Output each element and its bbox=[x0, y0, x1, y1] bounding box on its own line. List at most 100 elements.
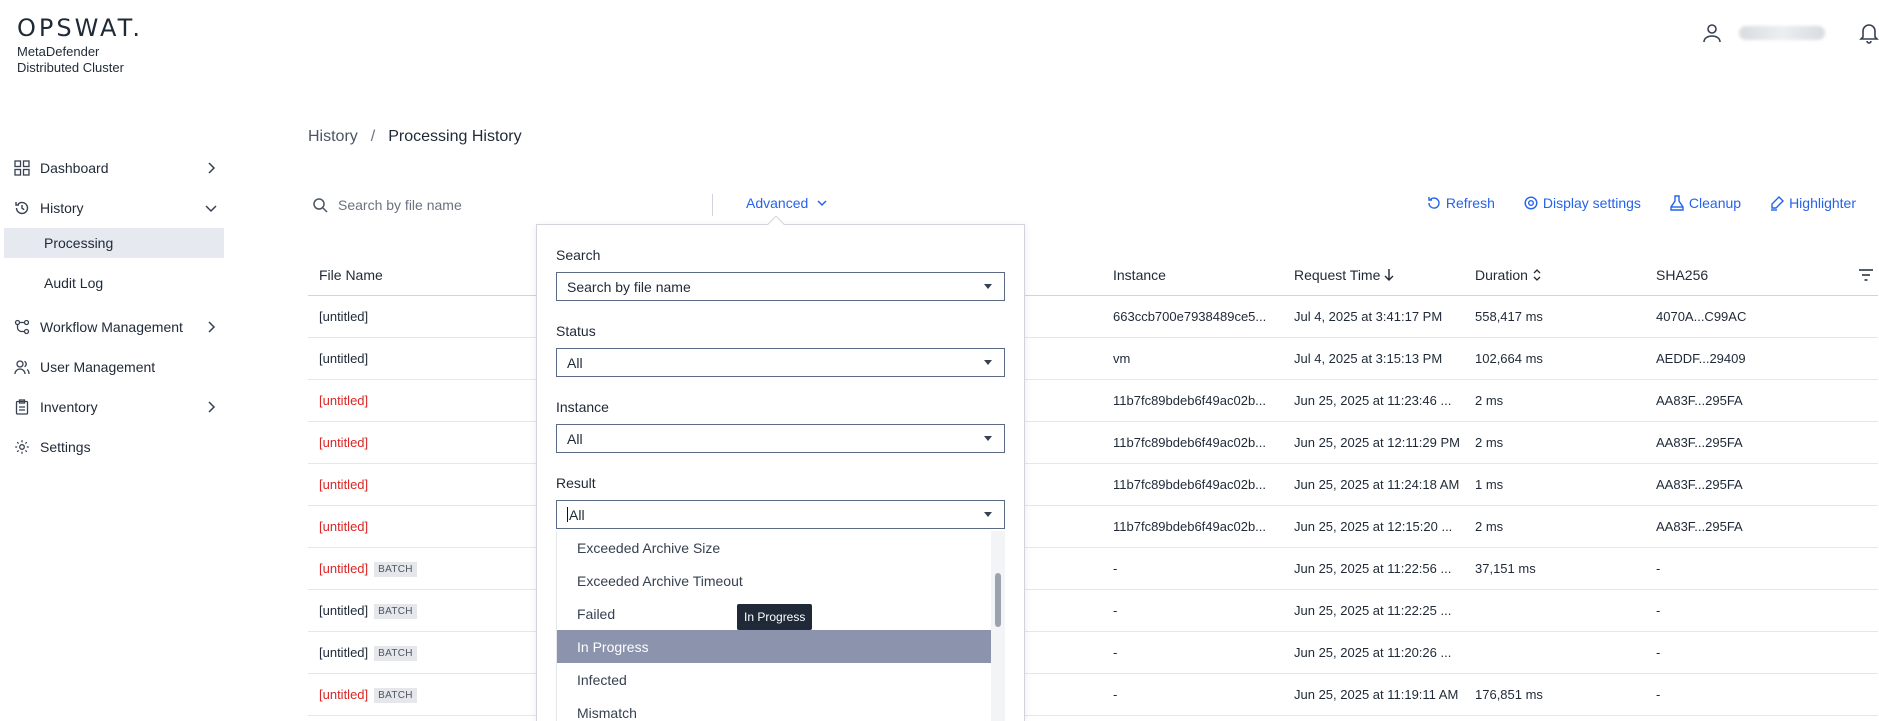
result-option[interactable]: Mismatch bbox=[557, 696, 991, 721]
column-header-sha256[interactable]: SHA256 bbox=[1656, 267, 1708, 283]
display-settings-button[interactable]: Display settings bbox=[1523, 195, 1641, 211]
sidebar-item-label: Workflow Management bbox=[40, 319, 183, 335]
breadcrumb: History / Processing History bbox=[308, 128, 522, 146]
highlighter-button[interactable]: Highlighter bbox=[1769, 195, 1856, 211]
sidebar-item-workflow-management[interactable]: Workflow Management bbox=[0, 307, 224, 347]
filter-icon[interactable] bbox=[1858, 268, 1874, 282]
cell-sha256: - bbox=[1656, 603, 1661, 618]
gear-icon bbox=[1524, 196, 1538, 210]
status-select-value: All bbox=[567, 354, 583, 371]
cell-file-name[interactable]: [untitled] bbox=[319, 477, 368, 492]
cell-duration: 2 ms bbox=[1475, 393, 1504, 408]
batch-badge: BATCH bbox=[374, 562, 417, 577]
toolbar: Advanced Refresh Display settings Cleanu… bbox=[308, 191, 1878, 221]
search-input[interactable] bbox=[338, 197, 698, 213]
users-icon bbox=[14, 360, 30, 375]
batch-badge: BATCH bbox=[374, 646, 417, 661]
grid-icon bbox=[14, 160, 30, 176]
highlighter-label: Highlighter bbox=[1789, 195, 1856, 211]
column-header-request-time[interactable]: Request Time bbox=[1294, 267, 1395, 283]
instance-select[interactable]: All bbox=[556, 424, 1005, 453]
sidebar-item-inventory[interactable]: Inventory bbox=[0, 387, 224, 427]
cell-file-name[interactable]: [untitled] bbox=[319, 393, 368, 408]
search-select[interactable]: Search by file name bbox=[556, 272, 1005, 301]
file-name-text: [untitled] bbox=[319, 645, 369, 660]
cell-request-time: Jun 25, 2025 at 11:23:46 ... bbox=[1294, 393, 1452, 408]
product-name-line1: MetaDefender bbox=[17, 44, 100, 59]
advanced-toggle[interactable]: Advanced bbox=[746, 195, 828, 211]
cell-file-name[interactable]: [untitled] BATCH bbox=[319, 603, 417, 619]
file-name-text: [untitled] bbox=[319, 477, 369, 492]
cell-request-time: Jun 25, 2025 at 12:11:29 PM bbox=[1294, 435, 1460, 450]
cell-sha256: AA83F...295FA bbox=[1656, 393, 1743, 408]
history-icon bbox=[15, 201, 29, 215]
cell-file-name[interactable]: [untitled] bbox=[319, 351, 368, 366]
cell-file-name[interactable]: [untitled] BATCH bbox=[319, 645, 417, 661]
cleanup-icon bbox=[1670, 195, 1684, 211]
sidebar-item-label: User Management bbox=[40, 359, 156, 375]
cell-instance: 11b7fc89bdeb6f49ac02b... bbox=[1113, 519, 1267, 534]
cell-file-name[interactable]: [untitled] bbox=[319, 309, 368, 324]
breadcrumb-root[interactable]: History bbox=[308, 128, 358, 146]
caret-down-icon bbox=[984, 436, 992, 441]
batch-badge: BATCH bbox=[374, 688, 417, 703]
divider bbox=[712, 194, 713, 216]
user-icon[interactable] bbox=[1701, 22, 1723, 44]
sidebar-item-settings[interactable]: Settings bbox=[0, 427, 224, 467]
chevron-down-icon bbox=[205, 205, 217, 213]
cell-sha256: - bbox=[1656, 645, 1661, 660]
chevron-right-icon bbox=[208, 321, 216, 333]
result-option[interactable]: In Progress bbox=[557, 630, 991, 663]
sidebar-item-dashboard[interactable]: Dashboard bbox=[0, 148, 224, 188]
file-name-text: [untitled] bbox=[319, 435, 369, 450]
result-select[interactable]: All bbox=[556, 500, 1005, 529]
cell-request-time: Jun 25, 2025 at 11:20:26 ... bbox=[1294, 645, 1452, 660]
file-name-text: [untitled] bbox=[319, 603, 369, 618]
page-title: Processing History bbox=[388, 128, 522, 145]
gear-icon bbox=[15, 440, 29, 454]
sidebar-item-processing[interactable]: Processing bbox=[4, 228, 224, 258]
cell-file-name[interactable]: [untitled] bbox=[319, 435, 368, 450]
cell-file-name[interactable]: [untitled] bbox=[319, 519, 368, 534]
cell-sha256: - bbox=[1656, 687, 1661, 702]
sort-desc-icon bbox=[1384, 269, 1394, 281]
display-settings-label: Display settings bbox=[1542, 195, 1641, 211]
cell-duration: 1 ms bbox=[1475, 477, 1504, 492]
chevron-right-icon bbox=[208, 401, 216, 413]
column-label: Request Time bbox=[1294, 267, 1381, 283]
cell-file-name[interactable]: [untitled] BATCH bbox=[319, 561, 417, 577]
status-select[interactable]: All bbox=[556, 348, 1005, 377]
sidebar-item-audit-log[interactable]: Audit Log bbox=[4, 268, 224, 298]
text-cursor bbox=[567, 507, 568, 522]
result-option[interactable]: Exceeded Archive Size bbox=[557, 531, 991, 564]
topbar-user-area bbox=[1701, 22, 1879, 44]
result-option[interactable]: Exceeded Archive Timeout bbox=[557, 564, 991, 597]
cell-request-time: Jun 25, 2025 at 11:22:25 ... bbox=[1294, 603, 1452, 618]
column-header-instance[interactable]: Instance bbox=[1113, 267, 1166, 283]
cell-duration: 2 ms bbox=[1475, 519, 1504, 534]
search-field-label: Search bbox=[556, 247, 601, 263]
caret-down-icon bbox=[984, 360, 992, 365]
cell-request-time: Jul 4, 2025 at 3:41:17 PM bbox=[1294, 309, 1443, 324]
product-name: MetaDefender Distributed Cluster bbox=[17, 44, 143, 76]
cell-instance: 11b7fc89bdeb6f49ac02b... bbox=[1113, 435, 1267, 450]
column-header-file-name[interactable]: File Name bbox=[319, 267, 383, 283]
cell-sha256: - bbox=[1656, 561, 1661, 576]
search-select-value: Search by file name bbox=[567, 278, 691, 295]
sidebar-item-user-management[interactable]: User Management bbox=[0, 347, 224, 387]
product-name-line2: Distributed Cluster bbox=[17, 60, 124, 75]
cell-file-name[interactable]: [untitled] BATCH bbox=[319, 687, 417, 703]
cell-instance: - bbox=[1113, 687, 1118, 702]
result-option[interactable]: Infected bbox=[557, 663, 991, 696]
bell-icon[interactable] bbox=[1859, 22, 1879, 44]
column-header-duration[interactable]: Duration bbox=[1475, 267, 1542, 283]
refresh-icon bbox=[1428, 197, 1440, 209]
user-name-blurred[interactable] bbox=[1739, 26, 1825, 40]
refresh-button[interactable]: Refresh bbox=[1426, 195, 1495, 211]
options-scrollbar-thumb[interactable] bbox=[995, 573, 1001, 627]
cleanup-button[interactable]: Cleanup bbox=[1669, 195, 1741, 211]
clipboard-icon bbox=[15, 399, 29, 415]
cell-instance: 11b7fc89bdeb6f49ac02b... bbox=[1113, 393, 1267, 408]
cell-duration: 558,417 ms bbox=[1475, 309, 1543, 324]
sidebar-item-history[interactable]: History bbox=[0, 188, 224, 228]
